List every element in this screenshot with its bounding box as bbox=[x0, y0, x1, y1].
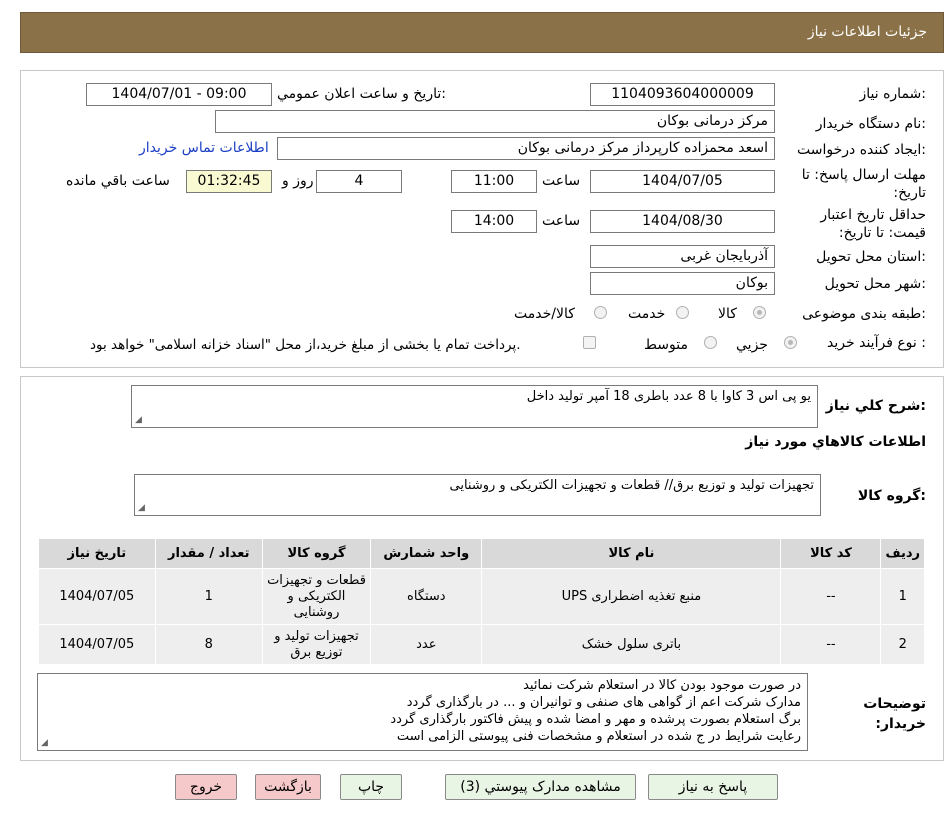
back-button[interactable]: بازگشت bbox=[255, 774, 321, 800]
cell-row-number: 2 bbox=[880, 624, 925, 665]
city-field: بوکان bbox=[590, 272, 775, 295]
cell-date: 1404/07/05 bbox=[38, 568, 156, 625]
creator-label: ايجاد کننده درخواست: bbox=[797, 142, 926, 158]
goods-group-textarea: تجهیزات تولید و توزیع برق// قطعات و تجهی… bbox=[134, 474, 821, 516]
category-option-service: خدمت bbox=[628, 306, 666, 322]
cell-name: باتری سلول خشک bbox=[481, 624, 782, 665]
table-row: 1 -- منبع تغذیه اضطراری UPS دستگاه قطعات… bbox=[38, 568, 925, 625]
cell-code: -- bbox=[780, 624, 882, 665]
validity-date-field: 1404/08/30 bbox=[590, 210, 775, 233]
buyer-contact-link[interactable]: اطلاعات تماس خریدار bbox=[139, 140, 269, 156]
process-radio-medium[interactable] bbox=[704, 336, 717, 349]
deadline-time-field: 11:00 bbox=[451, 170, 537, 193]
remaining-time-field: 01:32:45 bbox=[186, 170, 272, 193]
cell-unit: دستگاه bbox=[370, 568, 483, 625]
treasury-note: پرداخت تمام یا بخشی از مبلغ خرید،از محل … bbox=[90, 337, 521, 353]
cell-group: قطعات و تجهیزات الکتریکی و روشنایی bbox=[261, 568, 372, 625]
col-header-group: گروه کالا bbox=[261, 538, 372, 569]
col-header-date: تاریخ نیاز bbox=[38, 538, 156, 569]
category-radio-goods-service[interactable] bbox=[594, 306, 607, 319]
col-header-quantity: تعداد / مقدار bbox=[154, 538, 263, 569]
page-header: جزئیات اطلاعات نیاز bbox=[20, 12, 944, 53]
summary-textarea: یو پی اس 3 کاوا با 8 عدد باطری 18 آمپر ت… bbox=[131, 385, 818, 428]
print-button[interactable]: چاپ bbox=[340, 774, 402, 800]
buyer-notes-line: مدارک شرکت اعم از گواهی های صنفی و توانی… bbox=[406, 695, 801, 710]
category-label: طبقه بندی موضوعی: bbox=[802, 306, 926, 322]
reply-button[interactable]: پاسخ به نیاز bbox=[648, 774, 778, 800]
deadline-days-field: 4 bbox=[316, 170, 402, 193]
exit-button[interactable]: خروج bbox=[175, 774, 237, 800]
summary-text: یو پی اس 3 کاوا با 8 عدد باطری 18 آمپر ت… bbox=[526, 389, 811, 404]
buyer-notes-line: رعایت شرایط در ج شده در استعلام و مشخصات… bbox=[396, 729, 801, 744]
goods-group-label: گروه کالا: bbox=[857, 488, 926, 504]
treasury-checkbox[interactable] bbox=[583, 336, 596, 349]
resize-grip-icon: ◢ bbox=[135, 415, 142, 425]
buyer-notes-line: برگ استعلام بصورت پرشده و مهر و امضا شده… bbox=[390, 712, 801, 727]
validity-time-field: 14:00 bbox=[451, 210, 537, 233]
resize-grip-icon: ◢ bbox=[41, 738, 48, 748]
buyer-notes-line: در صورت موجود بودن کالا در استعلام شرکت … bbox=[523, 678, 801, 693]
province-field: آذربایجان غربی bbox=[590, 245, 775, 268]
validity-label: حداقل تاریخ اعتبار قیمت: تا تاریخ: bbox=[820, 207, 926, 241]
cell-unit: عدد bbox=[370, 624, 483, 665]
cell-row-number: 1 bbox=[880, 568, 925, 625]
cell-code: -- bbox=[780, 568, 882, 625]
creator-field: اسعد محمزاده کارپرداز مرکز درمانی بوکان bbox=[277, 137, 775, 160]
col-header-unit: واحد شمارش bbox=[370, 538, 483, 569]
col-header-row-number: ردیف bbox=[880, 538, 925, 569]
resize-grip-icon: ◢ bbox=[138, 503, 145, 513]
cell-quantity: 8 bbox=[154, 624, 263, 665]
category-option-goods-service: کالا/خدمت bbox=[514, 306, 575, 322]
cell-quantity: 1 bbox=[154, 568, 263, 625]
buyer-notes-textarea: در صورت موجود بودن کالا در استعلام شرکت … bbox=[37, 673, 808, 751]
process-option-medium: متوسط bbox=[644, 337, 688, 353]
buyer-org-field: مرکز درمانی بوکان bbox=[215, 110, 775, 133]
page-title: جزئیات اطلاعات نیاز bbox=[807, 24, 927, 40]
goods-group-text: تجهیزات تولید و توزیع برق// قطعات و تجهی… bbox=[449, 478, 815, 493]
need-number-label: شماره نیاز: bbox=[859, 86, 926, 102]
cell-name: منبع تغذیه اضطراری UPS bbox=[481, 568, 782, 625]
summary-label: شرح کلي نياز: bbox=[825, 398, 926, 414]
deadline-label: مهلت ارسال پاسخ: تا تاریخ: bbox=[801, 167, 926, 201]
cell-date: 1404/07/05 bbox=[38, 624, 156, 665]
deadline-date-field: 1404/07/05 bbox=[590, 170, 775, 193]
table-header-row: ردیف کد کالا نام کالا واحد شمارش گروه کا… bbox=[38, 538, 925, 569]
process-label: نوع فرآیند خرید : bbox=[827, 335, 926, 351]
col-header-name: نام کالا bbox=[481, 538, 782, 569]
items-table: ردیف کد کالا نام کالا واحد شمارش گروه کا… bbox=[38, 538, 925, 665]
buyer-org-label: نام دستگاه خريدار: bbox=[815, 116, 926, 132]
process-option-minor: جزیي bbox=[736, 337, 768, 353]
validity-time-label: ساعت bbox=[542, 213, 581, 229]
view-attachments-button[interactable]: مشاهده مدارک پیوستي (3) bbox=[445, 774, 636, 800]
category-radio-service[interactable] bbox=[676, 306, 689, 319]
category-option-goods: کالا bbox=[718, 306, 737, 322]
category-radio-goods[interactable] bbox=[753, 306, 766, 319]
deadline-days-label: روز و bbox=[282, 173, 314, 189]
remaining-time-label: ساعت باقي مانده bbox=[66, 173, 170, 189]
process-radio-minor[interactable] bbox=[784, 336, 797, 349]
city-label: شهر محل تحویل: bbox=[824, 276, 926, 292]
table-row: 2 -- باتری سلول خشک عدد تجهیزات تولید و … bbox=[38, 624, 925, 665]
goods-section-title: اطلاعات کالاهاي مورد نياز bbox=[745, 434, 926, 450]
announce-field: 1404/07/01 - 09:00 bbox=[86, 83, 272, 106]
province-label: استان محل تحویل: bbox=[816, 249, 926, 265]
deadline-time-label: ساعت bbox=[542, 173, 581, 189]
buyer-notes-label: توضیحات خریدار: bbox=[863, 696, 926, 732]
col-header-code: کد کالا bbox=[780, 538, 882, 569]
cell-group: تجهیزات تولید و توزیع برق bbox=[261, 624, 372, 665]
need-number-field: 1104093604000009 bbox=[590, 83, 775, 106]
announce-label: تاریخ و ساعت اعلان عمومي: bbox=[277, 86, 446, 102]
